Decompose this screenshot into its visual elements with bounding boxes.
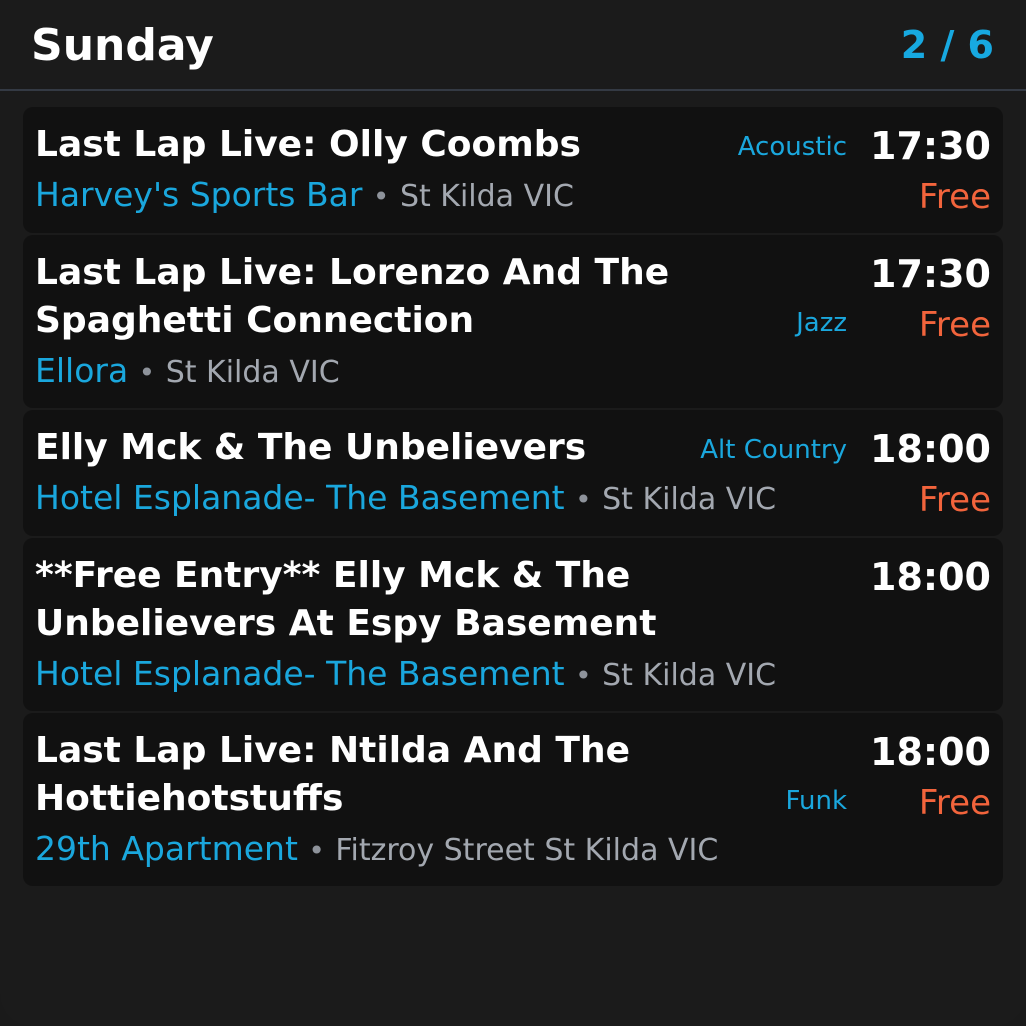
event-price: Free <box>918 783 991 823</box>
event-card[interactable]: Last Lap Live: Ntilda And The Hottiehots… <box>23 713 1003 886</box>
event-title: Elly Mck & The Unbelievers <box>35 427 587 468</box>
event-venue-line: Hotel Esplanade- The Basement • St Kilda… <box>35 478 776 520</box>
event-time: 17:30 <box>870 124 991 168</box>
event-time: 18:00 <box>870 555 991 599</box>
event-genre: Acoustic <box>737 132 847 162</box>
event-time: 18:00 <box>870 427 991 471</box>
event-genre: Jazz <box>796 308 847 338</box>
event-card[interactable]: Last Lap Live: Olly Coombs Harvey's Spor… <box>23 107 1003 233</box>
event-venue-line: Harvey's Sports Bar • St Kilda VIC <box>35 175 574 217</box>
event-card[interactable]: Elly Mck & The Unbelievers Hotel Esplana… <box>23 410 1003 536</box>
event-location: St Kilda VIC <box>399 179 574 214</box>
separator-dot: • <box>372 180 390 213</box>
event-venue-line: 29th Apartment • Fitzroy Street St Kilda… <box>35 829 718 871</box>
event-title: **Free Entry** Elly Mck & The Unbeliever… <box>35 555 657 644</box>
event-genre: Alt Country <box>700 435 847 465</box>
event-card[interactable]: Last Lap Live: Lorenzo And The Spaghetti… <box>23 235 1003 408</box>
event-location: St Kilda VIC <box>602 482 777 517</box>
event-time: 17:30 <box>870 252 991 296</box>
event-venue[interactable]: 29th Apartment <box>35 829 298 868</box>
event-price: Free <box>918 177 991 217</box>
event-price: Free <box>918 480 991 520</box>
event-venue[interactable]: Hotel Esplanade- The Basement <box>35 654 565 693</box>
event-title: Last Lap Live: Lorenzo And The Spaghetti… <box>35 252 670 341</box>
separator-dot: • <box>138 356 156 389</box>
day-title: Sunday <box>31 20 214 71</box>
event-venue[interactable]: Hotel Esplanade- The Basement <box>35 478 565 517</box>
event-location: Fitzroy Street St Kilda VIC <box>335 833 719 868</box>
event-price: Free <box>918 305 991 345</box>
event-venue-line: Hotel Esplanade- The Basement • St Kilda… <box>35 654 776 696</box>
event-list: Last Lap Live: Olly Coombs Harvey's Spor… <box>23 107 1003 888</box>
events-panel: Sunday 2 / 6 Last Lap Live: Olly Coombs … <box>0 0 1026 1026</box>
event-card[interactable]: **Free Entry** Elly Mck & The Unbeliever… <box>23 538 1003 711</box>
day-header: Sunday 2 / 6 <box>0 0 1026 91</box>
separator-dot: • <box>308 834 325 867</box>
event-location: St Kilda VIC <box>165 355 340 390</box>
event-venue[interactable]: Harvey's Sports Bar <box>35 175 362 214</box>
page-counter: 2 / 6 <box>900 23 994 67</box>
event-location: St Kilda VIC <box>602 658 777 693</box>
event-venue[interactable]: Ellora <box>35 351 128 390</box>
event-title: Last Lap Live: Olly Coombs <box>35 124 581 165</box>
event-title: Last Lap Live: Ntilda And The Hottiehots… <box>35 730 631 819</box>
separator-dot: • <box>575 659 592 692</box>
event-time: 18:00 <box>870 730 991 774</box>
event-genre: Funk <box>785 786 847 816</box>
separator-dot: • <box>575 483 592 516</box>
event-venue-line: Ellora • St Kilda VIC <box>35 351 340 393</box>
